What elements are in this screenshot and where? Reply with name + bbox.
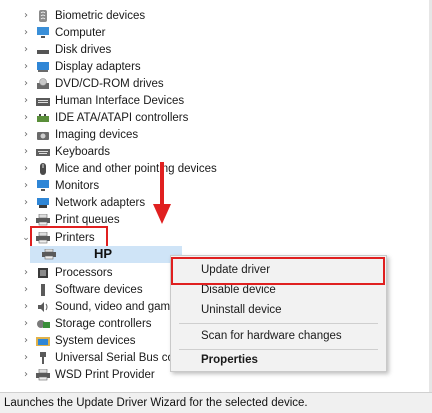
update-driver-highlight-box bbox=[171, 257, 385, 285]
tree-item-monitors[interactable]: › Monitors bbox=[0, 177, 99, 194]
tree-item-software-devices[interactable]: › Software devices bbox=[0, 281, 143, 298]
expand-chevron-icon[interactable]: › bbox=[20, 197, 32, 208]
ide-controller-icon bbox=[36, 112, 50, 124]
tree-item-label: System devices bbox=[55, 334, 136, 347]
tree-item-biometric-devices[interactable]: › Biometric devices bbox=[0, 7, 145, 24]
menu-item-label: Properties bbox=[201, 354, 258, 366]
tree-item-imaging-devices[interactable]: › Imaging devices bbox=[0, 126, 138, 143]
expand-chevron-icon[interactable]: › bbox=[20, 78, 32, 89]
printer-icon bbox=[36, 213, 50, 226]
tree-item-system-devices[interactable]: › System devices bbox=[0, 332, 136, 349]
tree-item-storage-controllers[interactable]: › Storage controllers bbox=[0, 315, 152, 332]
expand-chevron-icon[interactable]: › bbox=[20, 335, 32, 346]
tree-item-mice[interactable]: › Mice and other pointing devices bbox=[0, 160, 217, 177]
printer-icon bbox=[36, 368, 50, 381]
disk-drive-icon bbox=[36, 44, 50, 56]
menu-item-label: Disable device bbox=[201, 284, 276, 296]
mouse-icon bbox=[36, 162, 50, 175]
tree-item-label: Monitors bbox=[55, 179, 100, 192]
expand-chevron-icon[interactable]: › bbox=[20, 95, 32, 106]
tree-item-disk-drives[interactable]: › Disk drives bbox=[0, 41, 111, 58]
tree-item-label: Storage controllers bbox=[55, 317, 152, 330]
expand-chevron-icon[interactable]: › bbox=[20, 10, 32, 21]
menu-item-label: Uninstall device bbox=[201, 304, 282, 316]
expand-chevron-icon[interactable]: › bbox=[20, 352, 32, 363]
expand-chevron-icon[interactable]: › bbox=[20, 369, 32, 380]
expand-chevron-icon[interactable]: › bbox=[20, 61, 32, 72]
status-bar: Launches the Update Driver Wizard for th… bbox=[0, 392, 432, 413]
status-text: Launches the Update Driver Wizard for th… bbox=[4, 397, 308, 409]
hid-icon bbox=[36, 95, 50, 107]
fingerprint-icon bbox=[36, 9, 50, 22]
dvd-drive-icon bbox=[36, 77, 50, 90]
tree-item-keyboards[interactable]: › Keyboards bbox=[0, 143, 110, 160]
usb-icon bbox=[36, 351, 50, 364]
tree-item-label: Mice and other pointing devices bbox=[55, 162, 217, 175]
tree-item-label: Human Interface Devices bbox=[55, 94, 185, 107]
tree-item-ide-controllers[interactable]: › IDE ATA/ATAPI controllers bbox=[0, 109, 188, 126]
tree-item-label: WSD Print Provider bbox=[55, 368, 155, 381]
tree-item-label: Display adapters bbox=[55, 60, 141, 73]
tree-item-label: DVD/CD-ROM drives bbox=[55, 77, 164, 90]
red-arrow-annotation bbox=[153, 162, 171, 224]
tree-item-network-adapters[interactable]: › Network adapters bbox=[0, 194, 145, 211]
expand-chevron-icon[interactable]: › bbox=[20, 214, 32, 225]
tree-item-label: Disk drives bbox=[55, 43, 112, 56]
tree-item-human-interface-devices[interactable]: › Human Interface Devices bbox=[0, 92, 184, 109]
menu-item-scan-hardware[interactable]: Scan for hardware changes bbox=[171, 326, 386, 346]
tree-item-processors[interactable]: › Processors bbox=[0, 264, 113, 281]
expand-chevron-icon[interactable]: › bbox=[20, 284, 32, 295]
printer-icon bbox=[42, 248, 56, 260]
tree-item-display-adapters[interactable]: › Display adapters bbox=[0, 58, 141, 75]
tree-item-label: Imaging devices bbox=[55, 128, 139, 141]
expand-chevron-icon[interactable]: › bbox=[20, 146, 32, 157]
speaker-icon bbox=[36, 301, 50, 313]
processor-icon bbox=[36, 267, 50, 279]
tree-item-label: Print queues bbox=[55, 213, 120, 226]
network-adapter-icon bbox=[36, 197, 50, 209]
expand-chevron-icon[interactable]: › bbox=[20, 267, 32, 278]
tree-item-label: Biometric devices bbox=[55, 9, 146, 22]
storage-controller-icon bbox=[36, 318, 50, 330]
expand-chevron-icon[interactable]: › bbox=[20, 318, 32, 329]
expand-chevron-icon[interactable]: › bbox=[20, 180, 32, 191]
menu-item-label: Scan for hardware changes bbox=[201, 330, 342, 342]
tree-item-computer[interactable]: › Computer bbox=[0, 24, 106, 41]
expand-chevron-icon[interactable]: › bbox=[20, 27, 32, 38]
tree-item-label: Processors bbox=[55, 266, 113, 279]
expand-chevron-icon[interactable]: › bbox=[20, 163, 32, 174]
expand-chevron-icon[interactable]: › bbox=[20, 44, 32, 55]
camera-icon bbox=[36, 129, 50, 141]
monitor-icon bbox=[36, 179, 50, 192]
folder-icon bbox=[36, 335, 50, 347]
expand-chevron-icon[interactable]: › bbox=[20, 301, 32, 312]
tree-item-label: Software devices bbox=[55, 283, 143, 296]
tree-item-hp-printer[interactable]: HP bbox=[30, 246, 182, 263]
monitor-icon bbox=[36, 26, 50, 39]
tree-item-label: IDE ATA/ATAPI controllers bbox=[55, 111, 189, 124]
hp-printer-label: HP bbox=[94, 246, 113, 261]
menu-item-properties[interactable]: Properties bbox=[171, 350, 386, 370]
software-device-icon bbox=[36, 283, 50, 296]
tree-item-wsd-print-provider[interactable]: › WSD Print Provider bbox=[0, 366, 155, 383]
menu-item-uninstall-device[interactable]: Uninstall device bbox=[171, 300, 386, 320]
tree-item-dvd-cdrom-drives[interactable]: › DVD/CD-ROM drives bbox=[0, 75, 164, 92]
tree-item-label: Computer bbox=[55, 26, 106, 39]
expand-chevron-icon[interactable]: › bbox=[20, 112, 32, 123]
menu-separator bbox=[179, 323, 378, 324]
expand-chevron-icon[interactable]: › bbox=[20, 129, 32, 140]
display-adapter-icon bbox=[36, 61, 50, 73]
tree-item-label: Network adapters bbox=[55, 196, 146, 209]
tree-item-label: Keyboards bbox=[55, 145, 110, 158]
keyboard-icon bbox=[36, 146, 50, 158]
